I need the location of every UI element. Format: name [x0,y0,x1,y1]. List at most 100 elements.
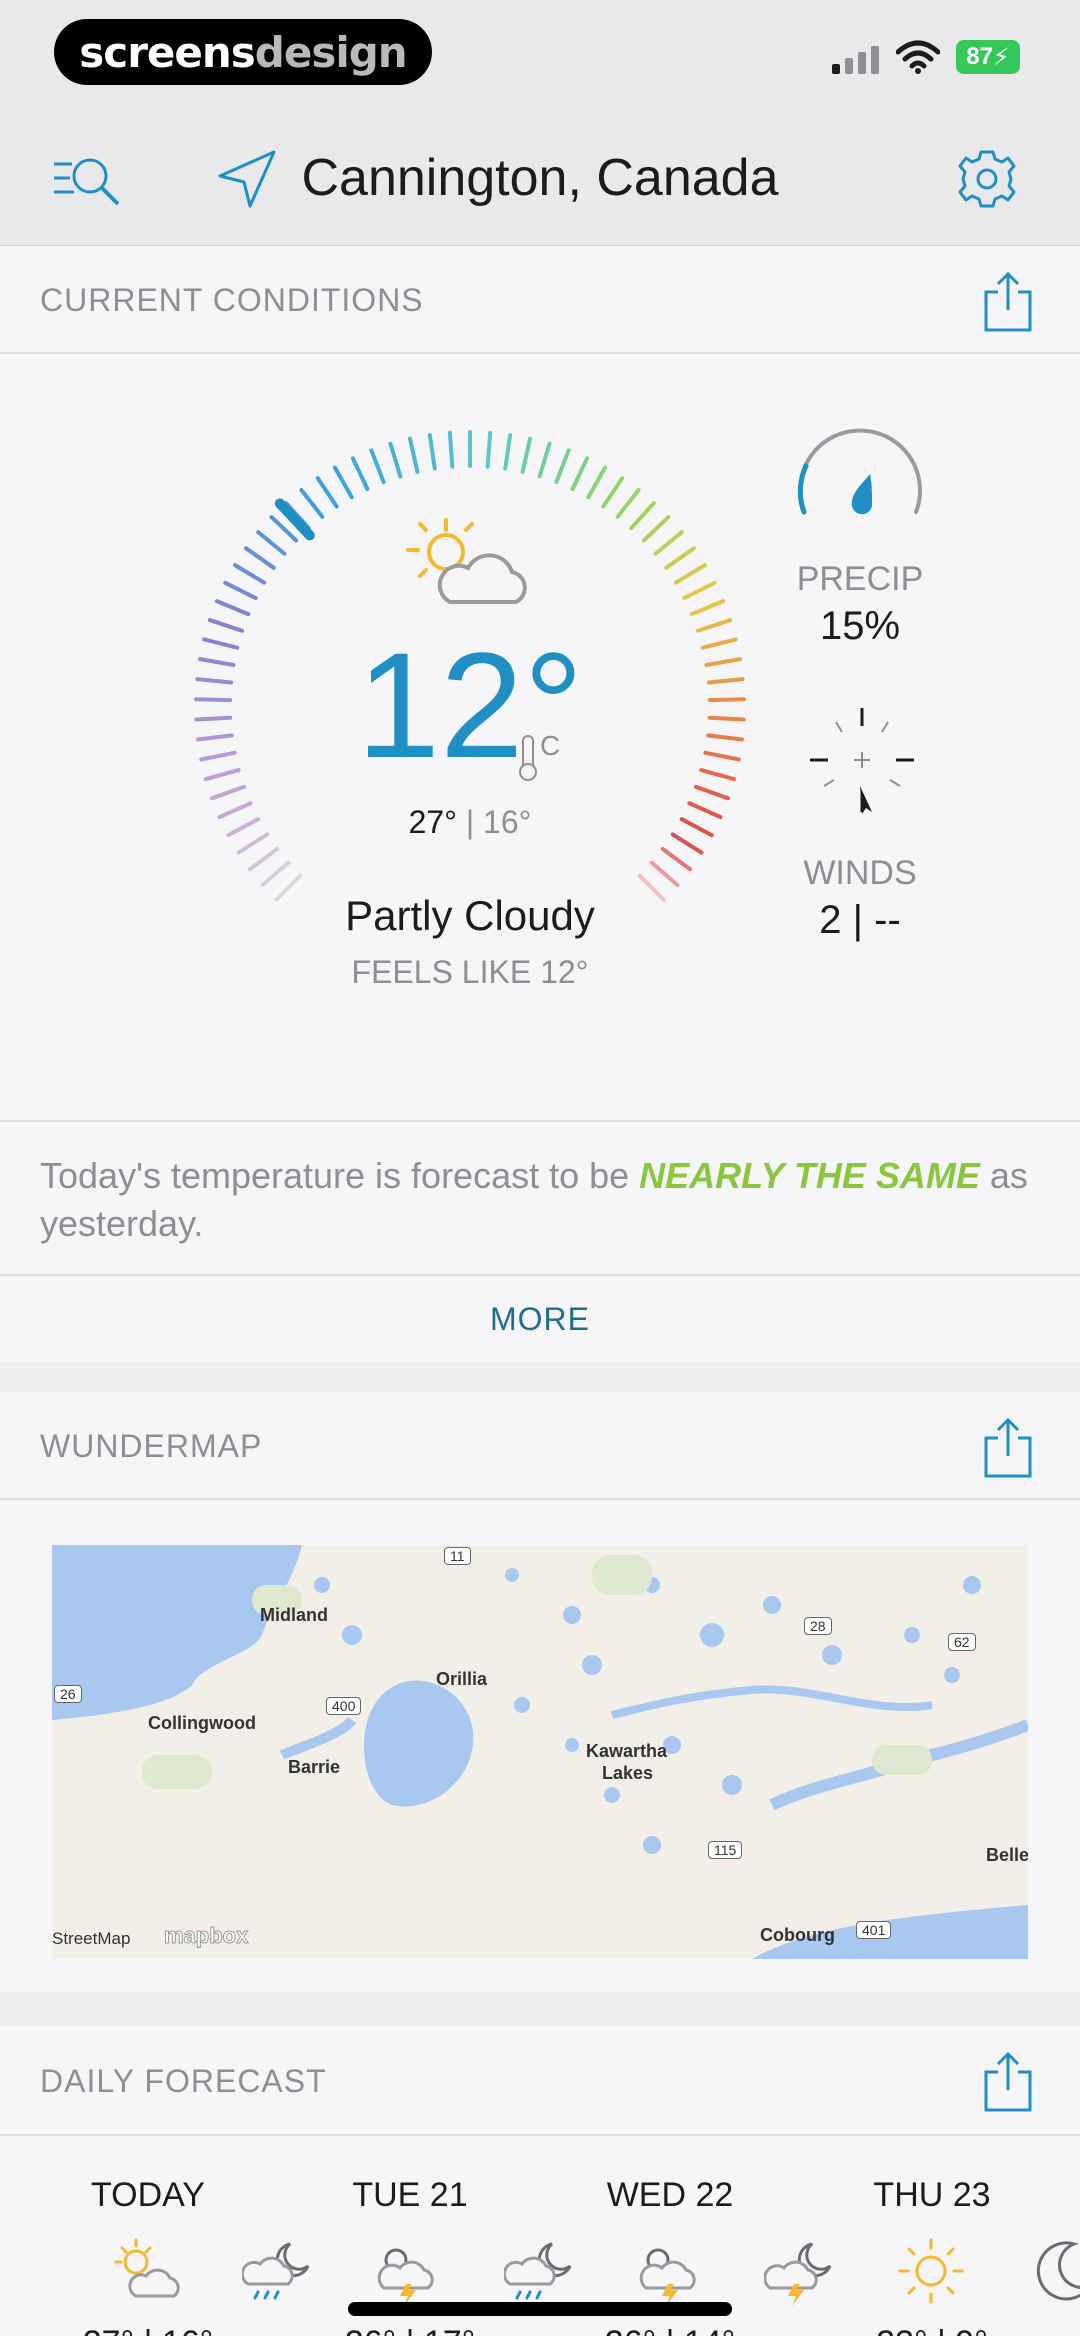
forecast-summary: Today's temperature is forecast to be NE… [0,1120,1080,1276]
highway-shield: 400 [326,1697,362,1715]
highway-shield: 401 [856,1921,892,1939]
day-label: THU 23 [873,2176,991,2214]
charging-icon: ⚡ [992,43,1010,71]
brand-badge: screens design [54,19,432,85]
wundermap-title: WUNDERMAP [40,1428,263,1464]
daily-forecast-header: DAILY FORECAST [0,2026,1080,2136]
share-icon[interactable] [982,2050,1034,2114]
gauge-tick [260,860,291,887]
home-indicator [348,2302,732,2316]
highway-shield: 26 [54,1685,82,1703]
wundermap-header: WUNDERMAP [0,1392,1080,1500]
raindrop-icon [851,474,873,515]
map-label: Belle [986,1845,1028,1865]
search-menu-icon[interactable] [52,144,122,214]
day-temps: 23° | 9° [832,2324,1032,2336]
gauge-tick [223,580,258,601]
thunderstorm-day-icon [639,2248,696,2306]
compass-icon [810,708,914,814]
highway-shield: 11 [444,1547,471,1565]
share-icon[interactable] [982,270,1034,334]
gauge-tick [485,430,493,469]
map-label: Orillia [436,1669,488,1689]
low-temp: 16° [483,804,532,840]
highway-shield: 62 [948,1633,976,1651]
daily-forecast-card: DAILY FORECAST [0,2026,1080,2136]
summary-highlight: NEARLY THE SAME [639,1155,980,1196]
mapbox-logo: mapbox [163,1923,249,1949]
thunderstorm-night-icon [764,2242,832,2306]
gauge-tick [673,563,708,585]
day-temps: 26° | 14° [570,2324,770,2336]
gauge-tick [214,599,251,617]
gauge-tick [615,487,641,519]
precip-dial [797,428,922,515]
battery-level: 87 [966,43,993,70]
location-title[interactable]: Cannington, Canada [230,140,850,216]
gauge-tick [653,530,684,556]
gauge-tick [601,476,625,509]
precip-value: 15% [819,604,901,648]
thunderstorm-day-icon [377,2248,434,2306]
high-temp: 27° [408,804,457,840]
gauge-tick [232,563,267,585]
night-rain-icon [242,2242,310,2300]
gauge-tick [243,546,276,570]
winds-label: WINDS [803,854,917,892]
map-label: Barrie [288,1757,341,1777]
gauge-tick [682,580,717,601]
gauge-tick [210,784,247,801]
gauge-tick [629,500,657,531]
wifi-icon [896,40,940,74]
battery-indicator: 87 ⚡ [956,40,1020,74]
map-label: Lakes [602,1763,654,1783]
gauge-tick [299,487,325,519]
condition-text: Partly Cloudy [345,892,595,939]
partly-cloudy-day-icon [114,2238,180,2298]
day-temps: 26° | 17° [310,2324,510,2336]
partly-cloudy-icon [406,518,527,604]
summary-prefix: Today's temperature is forecast to be [40,1155,640,1196]
gauge-tick [649,860,680,887]
map-label: Cobourg [760,1925,835,1945]
map-credit-streetmap: StreetMap [52,1929,131,1948]
wundermap[interactable]: Midland Orillia Collingwood Barrie Kawar… [52,1545,1028,1959]
summary-text: Today's temperature is forecast to be NE… [40,1152,1040,1248]
nav-bar: Cannington, Canada [0,110,1080,246]
gear-icon[interactable] [952,144,1022,214]
gauge-tick [427,432,437,471]
gauge-tick [407,436,420,474]
night-rain-icon [504,2242,572,2300]
more-button[interactable]: MORE [0,1276,1080,1362]
thermometer-icon [519,735,537,781]
day-label: TODAY [91,2176,205,2214]
highway-shield: 28 [804,1617,832,1635]
gauge-tick [570,456,590,492]
gauge-tick [447,430,455,469]
gauge-tick [664,546,697,570]
high-low: 27° | 16° [190,804,750,841]
temperature-unit: C [540,730,561,761]
brand-text-2: design [254,27,408,77]
gauge-tick [586,465,608,500]
current-conditions-card: CURRENT CONDITIONS 12° C 27° | 16° Partl… [0,246,1080,1120]
precip-label: PRECIP [796,560,924,598]
share-icon[interactable] [982,1416,1034,1480]
day-temps: 27° | 16° [48,2324,248,2336]
gauge-tick [388,441,403,479]
current-conditions-title: CURRENT CONDITIONS [40,282,424,318]
map-label: Midland [260,1605,328,1625]
gauge-tick [332,465,354,500]
gauge-tick [554,448,571,485]
gauge-tick [693,784,730,801]
highway-shield: 115 [708,1841,743,1859]
feels-like-text: FEELS LIKE 12° [351,954,589,990]
gauge-tick [689,599,726,617]
daily-forecast-title: DAILY FORECAST [40,2063,327,2099]
brand-text-1: screens [79,27,255,77]
gauge-tick [520,436,533,474]
hi-lo-divider: | [465,804,475,840]
gauge-tick [350,456,370,492]
cellular-signal-icon [832,46,879,74]
status-bar: screens design 87 ⚡ [0,0,1080,110]
